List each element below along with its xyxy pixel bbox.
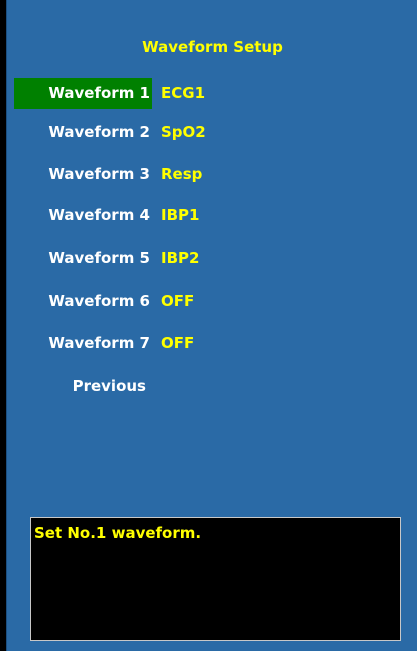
monitor-screen: Waveform Setup Waveform 1 ECG1 Waveform … <box>0 0 417 651</box>
previous-button[interactable]: Previous <box>14 371 146 402</box>
waveform-row-7[interactable]: Waveform 7 OFF <box>14 328 394 359</box>
waveform-row-1[interactable]: Waveform 1 ECG1 <box>14 78 394 109</box>
waveform-value[interactable]: SpO2 <box>161 117 206 148</box>
waveform-row-4[interactable]: Waveform 4 IBP1 <box>14 200 394 231</box>
waveform-value[interactable]: IBP2 <box>161 243 199 274</box>
waveform-label[interactable]: Waveform 7 <box>14 328 152 359</box>
waveform-row-3[interactable]: Waveform 3 Resp <box>14 159 394 190</box>
waveform-row-6[interactable]: Waveform 6 OFF <box>14 286 394 317</box>
waveform-label[interactable]: Waveform 3 <box>14 159 152 190</box>
help-message-box: Set No.1 waveform. <box>30 517 401 641</box>
waveform-value[interactable]: OFF <box>161 286 194 317</box>
waveform-label[interactable]: Waveform 1 <box>14 78 152 109</box>
waveform-label[interactable]: Waveform 6 <box>14 286 152 317</box>
waveform-value[interactable]: ECG1 <box>161 78 205 109</box>
waveform-label[interactable]: Waveform 2 <box>14 117 152 148</box>
waveform-row-2[interactable]: Waveform 2 SpO2 <box>14 117 394 148</box>
menu-title: Waveform Setup <box>142 38 283 56</box>
waveform-value[interactable]: OFF <box>161 328 194 359</box>
waveform-value[interactable]: IBP1 <box>161 200 199 231</box>
help-message-text: Set No.1 waveform. <box>34 524 202 542</box>
waveform-value[interactable]: Resp <box>161 159 202 190</box>
waveform-label[interactable]: Waveform 4 <box>14 200 152 231</box>
waveform-row-5[interactable]: Waveform 5 IBP2 <box>14 243 394 274</box>
waveform-label[interactable]: Waveform 5 <box>14 243 152 274</box>
